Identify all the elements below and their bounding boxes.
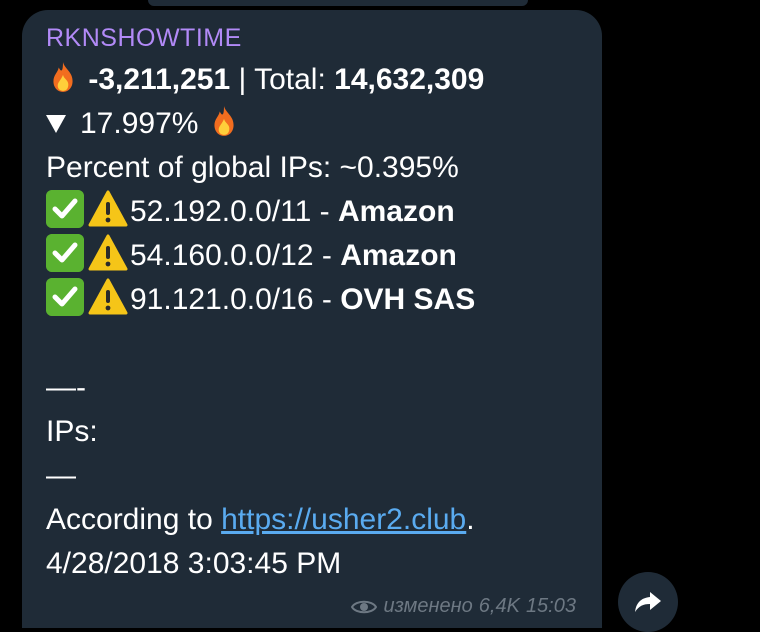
total-value: 14,632,309: [334, 63, 485, 96]
according-line: According to https://usher2.club.: [46, 498, 578, 542]
range-owner: Amazon: [337, 195, 455, 228]
range-owner: OVH SAS: [340, 283, 476, 316]
warning-icon: [88, 278, 128, 315]
range-row: 52.192.0.0/11 - Amazon: [46, 190, 578, 234]
percent-change: 17.997%: [80, 107, 199, 140]
according-prefix: According to: [46, 503, 222, 536]
edited-label: изменено: [383, 595, 473, 617]
global-percent-line: Percent of global IPs: ~0.395%: [46, 151, 459, 184]
check-mark-icon: [46, 190, 84, 228]
percent-change-line: 17.997%: [46, 102, 578, 146]
warning-icon: [88, 190, 128, 227]
down-triangle-icon: [46, 115, 66, 133]
range-cidr: 91.121.0.0/16: [130, 283, 314, 316]
previous-message-bubble: [148, 0, 528, 6]
according-suffix: .: [466, 503, 475, 536]
range-cidr: 54.160.0.0/12: [130, 239, 314, 272]
range-dash: -: [319, 195, 330, 228]
range-row: 54.160.0.0/12 - Amazon: [46, 234, 578, 278]
sender-name[interactable]: RKNSHOWTIME: [46, 24, 578, 52]
eye-icon: [351, 600, 378, 613]
message-time: 15:03: [525, 595, 576, 617]
separator: |: [238, 63, 247, 96]
timestamp-line: 4/28/2018 3:03:45 PM: [46, 547, 342, 580]
fire-icon: [53, 62, 73, 92]
range-owner: Amazon: [340, 239, 457, 272]
share-button[interactable]: [618, 572, 678, 632]
message-meta: изменено 6,4K 15:03: [351, 595, 576, 618]
divider-top: —-: [46, 371, 86, 404]
view-count: 6,4K: [478, 595, 520, 617]
ips-label: IPs:: [46, 415, 98, 448]
check-mark-icon: [46, 278, 84, 316]
range-dash: -: [321, 239, 332, 272]
range-dash: -: [321, 283, 332, 316]
range-cidr: 52.192.0.0/11: [130, 195, 312, 228]
share-arrow-icon: [635, 592, 661, 612]
delta-value: -3,211,251: [88, 63, 231, 96]
message-bubble[interactable]: RKNSHOWTIME -3,211,251 | Total: 14,632,3…: [22, 10, 602, 628]
total-label: Total:: [254, 63, 326, 96]
range-row: 91.121.0.0/16 - OVH SAS: [46, 278, 578, 322]
divider-bottom: —: [46, 459, 76, 492]
check-mark-icon: [46, 234, 84, 272]
source-link[interactable]: https://usher2.club: [221, 503, 466, 536]
delta-line: -3,211,251 | Total: 14,632,309: [46, 58, 578, 102]
warning-icon: [88, 234, 128, 271]
fire-icon: [214, 106, 234, 136]
